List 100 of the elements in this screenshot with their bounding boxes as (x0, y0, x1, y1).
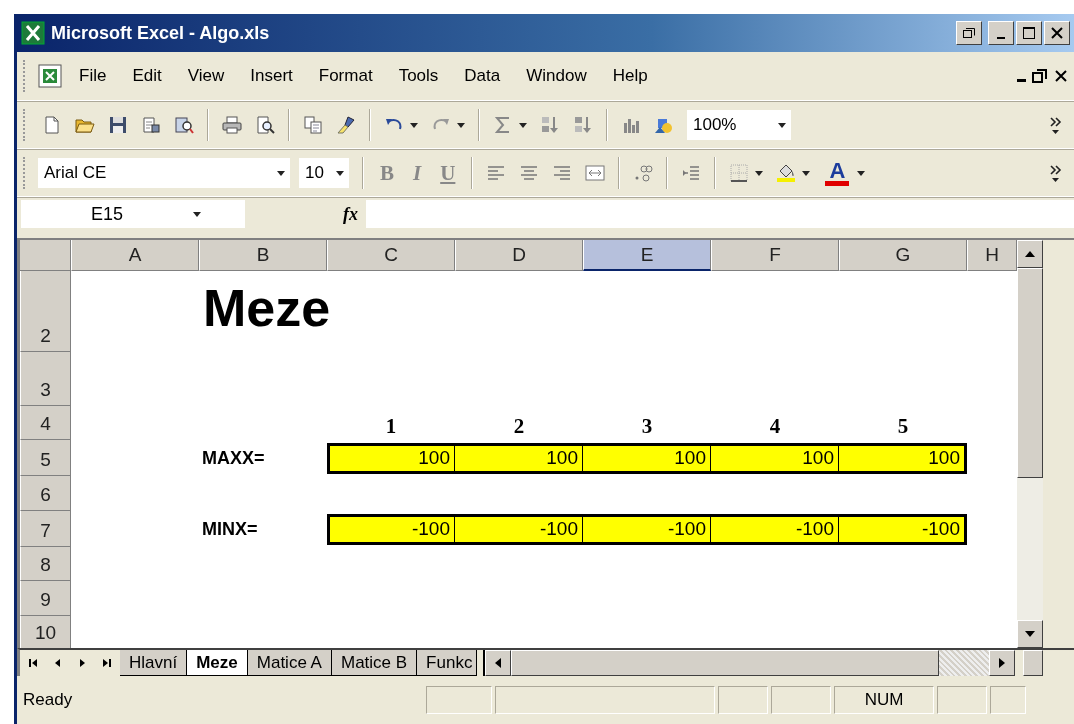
caret-icon[interactable] (457, 122, 465, 128)
restore-icon[interactable] (1032, 68, 1048, 84)
row-header[interactable]: 3 (20, 352, 71, 406)
document-lock-icon[interactable] (141, 115, 161, 135)
table-cell-text: 1 (384, 414, 398, 440)
menu-item[interactable]: Data (454, 62, 511, 90)
table-cell: -100 (711, 513, 839, 545)
status-panel (990, 686, 1026, 714)
row-header[interactable]: 9 (20, 581, 71, 616)
table-cell: -100 (583, 513, 711, 545)
caret-icon[interactable] (778, 122, 786, 128)
caret-icon[interactable] (410, 122, 418, 128)
menu-item[interactable]: Tools (388, 62, 449, 90)
sort-descending-icon[interactable] (573, 115, 593, 135)
paint-bucket-icon[interactable] (776, 163, 797, 183)
row-header[interactable]: 6 (20, 476, 71, 511)
menu-item[interactable]: Insert (240, 62, 303, 90)
caret-icon[interactable] (193, 211, 201, 217)
row-header[interactable]: 8 (20, 547, 71, 581)
page-magnifier-icon[interactable] (255, 115, 275, 135)
sheet-tab[interactable]: Matice A (247, 650, 332, 676)
blank-page-icon[interactable] (42, 115, 62, 135)
scroll-right-button[interactable] (989, 650, 1016, 676)
down-arrow-icon (1025, 631, 1035, 637)
column-header[interactable]: A (71, 240, 199, 271)
minimize-icon[interactable] (1017, 78, 1026, 82)
menu-item[interactable]: File (69, 62, 117, 90)
close-icon[interactable] (1054, 69, 1068, 83)
workbook-icon[interactable] (37, 63, 63, 89)
menu-item[interactable]: Edit (122, 62, 172, 90)
status-panel (937, 686, 987, 714)
decimal-places-icon[interactable] (633, 163, 654, 183)
column-header[interactable]: G (839, 240, 967, 271)
row-header[interactable]: 5 (20, 440, 71, 476)
last-sheet-icon[interactable] (100, 657, 112, 669)
name-box[interactable]: E15 (21, 200, 245, 228)
scrollbar-thumb[interactable] (1017, 268, 1043, 478)
row-header[interactable]: 2 (20, 271, 71, 352)
sort-ascending-icon[interactable] (540, 115, 560, 135)
column-header[interactable]: E (583, 240, 711, 271)
row-header[interactable]: 10 (20, 616, 71, 649)
first-sheet-icon[interactable] (28, 657, 40, 669)
table-cell-text: 4 (768, 414, 782, 440)
row-header[interactable]: 4 (20, 406, 71, 440)
sheet-tab[interactable]: Funkc (417, 650, 478, 676)
zoom-field[interactable]: 100% (687, 110, 791, 140)
borders-grid-icon[interactable] (729, 163, 750, 183)
window-title: Microsoft Excel - Algo.xls (51, 22, 271, 44)
select-all-button[interactable] (20, 240, 71, 271)
table-cell: -100 (327, 513, 455, 545)
restore-down-button[interactable] (956, 21, 982, 45)
table-cell: 100 (327, 442, 455, 474)
table-cell-text: 3 (640, 414, 654, 440)
sheet-tab[interactable]: Hlavní (120, 650, 188, 676)
caret-icon[interactable] (857, 170, 866, 176)
merge-cells-icon[interactable] (585, 163, 606, 183)
up-arrow-icon (1025, 251, 1035, 257)
column-header[interactable]: D (455, 240, 583, 271)
table-cell-text: 5 (896, 414, 910, 440)
caret-icon[interactable] (755, 170, 764, 176)
table-cell-text: 2 (512, 414, 526, 440)
column-header[interactable]: H (967, 240, 1017, 271)
sheet-tab[interactable]: Meze (187, 650, 248, 676)
font-color-button[interactable]: A (823, 160, 852, 186)
scroll-up-button[interactable] (1017, 240, 1043, 268)
column-header[interactable]: C (327, 240, 455, 271)
font-name-field[interactable]: Arial CE (38, 158, 290, 188)
paintbrush-icon[interactable] (336, 115, 356, 135)
minimize-icon (997, 37, 1005, 39)
book-magnifier-icon[interactable] (174, 115, 194, 135)
insert-function-button[interactable]: fx (343, 203, 358, 225)
minimize-button[interactable] (988, 21, 1014, 45)
row-header[interactable]: 7 (20, 511, 71, 547)
sheet-tab[interactable]: Matice B (331, 650, 418, 676)
formula-input-field[interactable] (366, 200, 1074, 228)
scroll-down-button[interactable] (1017, 620, 1043, 648)
scrollbar-thumb[interactable] (511, 650, 940, 676)
caret-icon[interactable] (277, 170, 285, 176)
status-panel (426, 686, 492, 714)
caret-icon[interactable] (802, 170, 811, 176)
table-cell-text: MAXX= (201, 447, 266, 469)
status-panel (718, 686, 768, 714)
menu-item[interactable]: Help (602, 62, 658, 90)
column-header[interactable]: B (199, 240, 327, 271)
caret-icon[interactable] (336, 170, 344, 176)
status-indicator: NUM (834, 686, 934, 714)
column-header[interactable]: F (711, 240, 839, 271)
close-button[interactable] (1044, 21, 1070, 45)
restore-icon (963, 28, 975, 38)
table-cell: 100 (583, 442, 711, 474)
copy-pages-icon[interactable] (303, 115, 323, 135)
printer-icon[interactable] (222, 115, 242, 135)
scroll-left-button[interactable] (485, 650, 512, 676)
font-size-field[interactable]: 10 (299, 158, 349, 188)
menu-item[interactable]: Format (308, 62, 383, 90)
maximize-button[interactable] (1016, 21, 1042, 45)
caret-icon[interactable] (519, 122, 527, 128)
split-handle[interactable] (1023, 650, 1044, 676)
menu-item[interactable]: Window (516, 62, 597, 90)
menu-item[interactable]: View (177, 62, 235, 90)
